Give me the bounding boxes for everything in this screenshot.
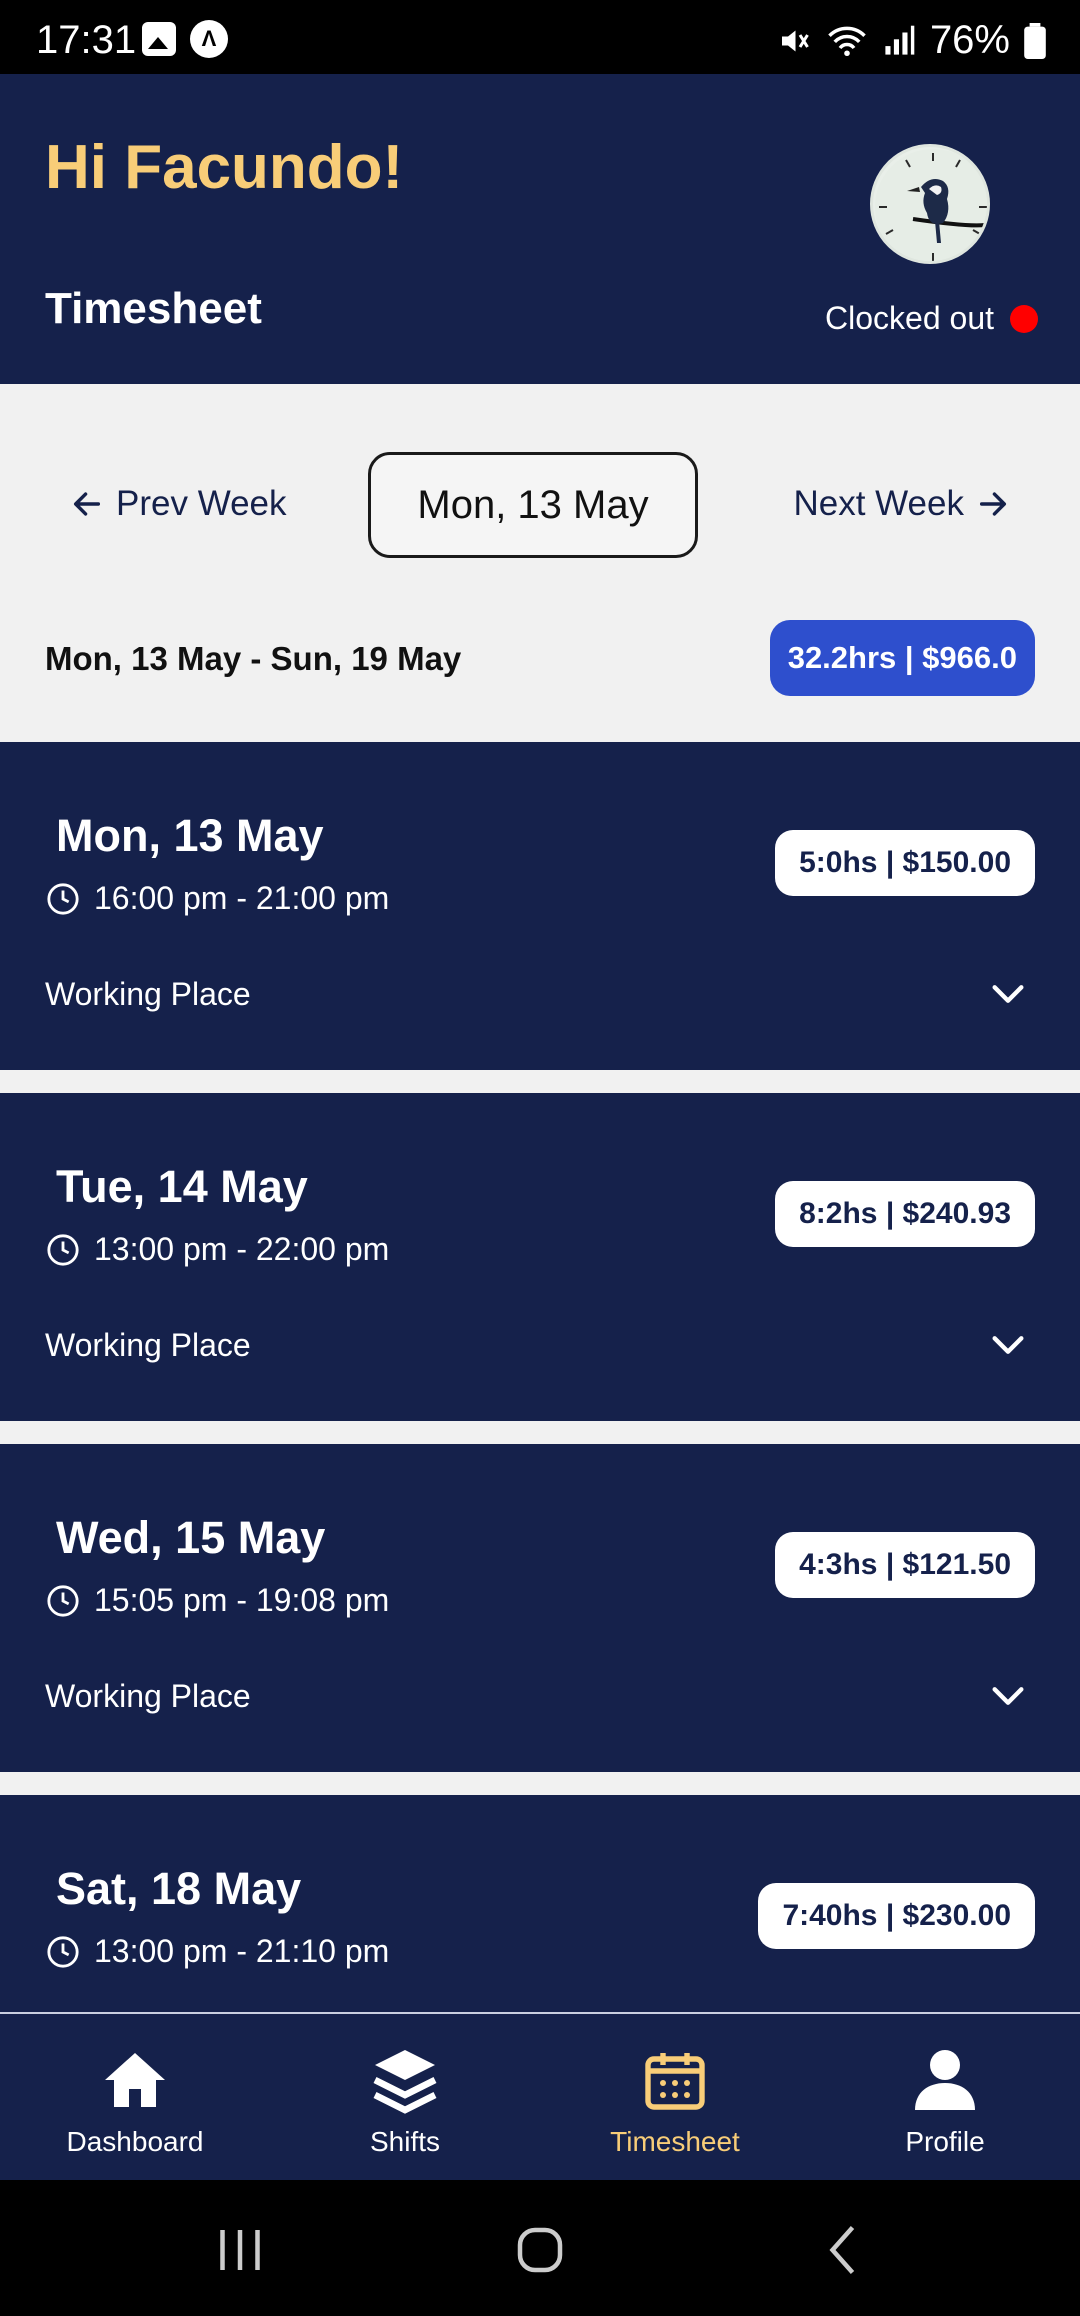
kookaburra-clock-logo[interactable] bbox=[870, 144, 990, 264]
nav-profile[interactable]: Profile bbox=[810, 2014, 1080, 2182]
back-icon[interactable] bbox=[815, 2220, 875, 2280]
bottom-nav: Dashboard Shifts Timesheet Profile bbox=[0, 2012, 1080, 2180]
week-navigation: Prev Week Mon, 13 May Next Week Mon, 13 … bbox=[0, 384, 1080, 740]
day-place: Working Place bbox=[45, 1327, 251, 1363]
day-time-row: 15:05 pm - 19:08 pm bbox=[46, 1582, 389, 1619]
chevron-down-icon[interactable] bbox=[988, 1676, 1028, 1716]
home-icon bbox=[105, 2053, 165, 2107]
clock-status-label: Clocked out bbox=[825, 300, 994, 336]
recent-apps-icon[interactable] bbox=[210, 2220, 270, 2280]
day-time: 15:05 pm - 19:08 pm bbox=[94, 1582, 390, 1618]
day-place: Working Place bbox=[45, 976, 251, 1012]
day-title: Mon, 13 May bbox=[56, 810, 324, 861]
home-button-icon[interactable] bbox=[510, 2220, 570, 2280]
status-bar: 17:31 Λ 76% bbox=[0, 0, 1080, 74]
day-card[interactable]: Wed, 15 May 15:05 pm - 19:08 pm 4:3hs | … bbox=[0, 1444, 1080, 1772]
prev-week-label: Prev Week bbox=[116, 484, 287, 523]
clock-icon bbox=[47, 882, 79, 915]
day-place: Working Place bbox=[45, 1678, 251, 1714]
app-header: Hi Facundo! Timesheet Clocked out bbox=[0, 74, 1080, 384]
nav-label: Profile bbox=[905, 2126, 985, 2157]
wifi-icon bbox=[828, 26, 866, 56]
system-nav-bar bbox=[0, 2180, 1080, 2316]
day-card[interactable]: Sat, 18 May 13:00 pm - 21:10 pm 7:40hs |… bbox=[0, 1795, 1080, 2012]
day-hours-badge: 8:2hs | $240.93 bbox=[775, 1181, 1035, 1247]
day-card[interactable]: Tue, 14 May 13:00 pm - 22:00 pm 8:2hs | … bbox=[0, 1093, 1080, 1421]
day-hours-badge: 4:3hs | $121.50 bbox=[775, 1532, 1035, 1598]
day-title: Sat, 18 May bbox=[56, 1863, 302, 1914]
clock-icon bbox=[47, 1233, 79, 1266]
a-icon: Λ bbox=[190, 20, 228, 58]
status-left-icons: Λ bbox=[142, 20, 228, 58]
day-title: Tue, 14 May bbox=[56, 1161, 308, 1212]
page-title: Timesheet bbox=[45, 284, 262, 333]
chevron-down-icon[interactable] bbox=[988, 974, 1028, 1014]
layers-icon bbox=[373, 2050, 437, 2114]
greeting: Hi Facundo! bbox=[45, 133, 404, 202]
battery-icon bbox=[1024, 22, 1046, 59]
day-time-row: 13:00 pm - 21:10 pm bbox=[46, 1933, 389, 1970]
day-card[interactable]: Mon, 13 May 16:00 pm - 21:00 pm 5:0hs | … bbox=[0, 742, 1080, 1070]
nav-shifts[interactable]: Shifts bbox=[270, 2014, 540, 2182]
next-week-button[interactable]: Next Week bbox=[793, 484, 1010, 524]
calendar-icon bbox=[645, 2053, 705, 2110]
week-total-badge: 32.2hrs | $966.0 bbox=[769, 620, 1035, 696]
day-time: 13:00 pm - 21:10 pm bbox=[94, 1933, 390, 1969]
user-icon bbox=[915, 2050, 975, 2110]
chevron-down-icon[interactable] bbox=[988, 1325, 1028, 1365]
day-time: 16:00 pm - 21:00 pm bbox=[94, 880, 390, 916]
current-date-picker[interactable]: Mon, 13 May bbox=[368, 452, 698, 558]
day-time-row: 13:00 pm - 22:00 pm bbox=[46, 1231, 389, 1268]
status-time: 17:31 bbox=[36, 18, 137, 62]
battery-percent: 76% bbox=[929, 18, 1010, 62]
status-right: 76% bbox=[776, 18, 1046, 63]
nav-dashboard[interactable]: Dashboard bbox=[0, 2014, 270, 2182]
arrow-right-icon bbox=[979, 492, 1007, 516]
arrow-left-icon bbox=[73, 492, 101, 516]
day-title: Wed, 15 May bbox=[56, 1512, 326, 1563]
day-time-row: 16:00 pm - 21:00 pm bbox=[46, 880, 389, 917]
signal-icon bbox=[885, 25, 915, 55]
mute-icon bbox=[781, 30, 809, 51]
day-hours-badge: 5:0hs | $150.00 bbox=[775, 830, 1035, 896]
week-range: Mon, 13 May - Sun, 19 May bbox=[45, 640, 462, 677]
nav-label: Timesheet bbox=[610, 2126, 740, 2157]
status-dot bbox=[1010, 304, 1038, 333]
day-hours-badge: 7:40hs | $230.00 bbox=[758, 1883, 1035, 1949]
day-time: 13:00 pm - 22:00 pm bbox=[94, 1231, 390, 1267]
nav-label: Dashboard bbox=[66, 2126, 204, 2157]
prev-week-button[interactable]: Prev Week bbox=[70, 484, 287, 524]
nav-label: Shifts bbox=[369, 2126, 441, 2157]
clock-icon bbox=[47, 1584, 79, 1617]
nav-timesheet[interactable]: Timesheet bbox=[540, 2014, 810, 2182]
next-week-label: Next Week bbox=[793, 484, 964, 523]
clock-status: Clocked out bbox=[825, 300, 1038, 337]
image-icon bbox=[142, 22, 176, 56]
clock-icon bbox=[47, 1935, 79, 1968]
